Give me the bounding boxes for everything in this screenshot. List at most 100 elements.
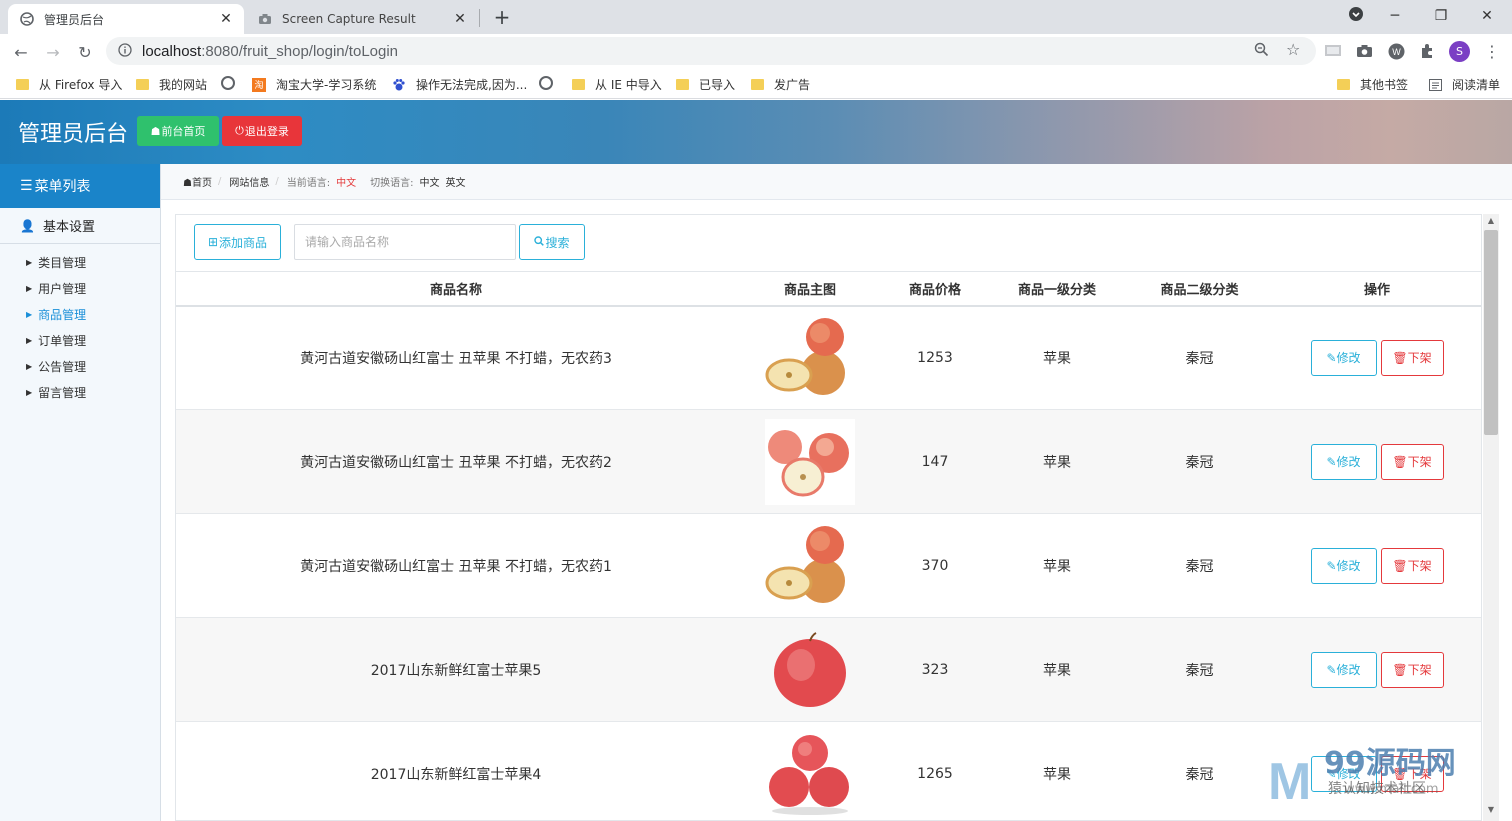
delist-button[interactable]: 🗑 下架	[1380, 755, 1444, 792]
bookmark-folder[interactable]: 我的网站	[136, 76, 207, 93]
edit-button[interactable]: ✎ 修改	[1310, 547, 1377, 584]
menu-group-basic-settings[interactable]: 👤 基本设置	[0, 208, 160, 244]
close-tab-icon[interactable]: ✕	[452, 11, 468, 27]
extensions-puzzle-icon[interactable]	[1417, 42, 1437, 60]
user-icon: 👤	[20, 218, 35, 233]
sidebar: ☰ 菜单列表 👤 基本设置 ▶ 类目管理 ▶ 用户管理 ▶ 商品管理 ▶ 订单管理 ▶ 公告管…	[0, 164, 161, 821]
product-price: 1265	[884, 721, 986, 820]
language-zh-link[interactable]: 中文	[419, 174, 439, 189]
camera-icon[interactable]	[1354, 42, 1374, 60]
trash-icon: 🗑	[1392, 662, 1408, 677]
caret-right-icon: ▶	[26, 258, 33, 267]
home-icon: ☗	[183, 178, 192, 189]
bookmark-folder[interactable]: 从 IE 中导入	[572, 76, 662, 93]
edit-button[interactable]: ✎ 修改	[1310, 443, 1377, 480]
product-toolbar: ⊞添加商品 搜索	[176, 215, 1481, 271]
delist-button[interactable]: 🗑 下架	[1380, 547, 1444, 584]
add-product-button[interactable]: ⊞ 添加商品	[194, 224, 281, 260]
edit-button[interactable]: ✎ 修改	[1310, 651, 1377, 688]
sidebar-item-users[interactable]: ▶ 用户管理	[26, 280, 86, 297]
folder-icon	[136, 79, 149, 90]
new-tab-button[interactable]: +	[490, 5, 514, 29]
globe-icon	[539, 76, 553, 90]
product-category-2: 秦冠	[1128, 617, 1271, 722]
close-tab-icon[interactable]: ✕	[218, 11, 234, 27]
profile-avatar[interactable]: S	[1449, 41, 1470, 62]
browser-tab-inactive[interactable]: Screen Capture Result ✕	[246, 4, 478, 34]
bookmark-folder[interactable]: 从 Firefox 导入	[16, 76, 122, 93]
actions-cell: ✎ 修改 🗑 下架	[1271, 617, 1481, 722]
menu-header[interactable]: ☰ 菜单列表	[0, 164, 160, 208]
zoom-icon[interactable]	[1254, 42, 1269, 61]
browser-tab-bar: 管理员后台 ✕ Screen Capture Result ✕ + ─ ❐ ✕	[0, 0, 1512, 34]
reading-list[interactable]: 阅读清单	[1428, 76, 1500, 93]
caret-right-icon: ▶	[26, 310, 33, 319]
maximize-button[interactable]: ❐	[1418, 8, 1464, 24]
minimize-button[interactable]: ─	[1372, 8, 1418, 24]
browser-tab-active[interactable]: 管理员后台 ✕	[8, 4, 244, 34]
bookmark-link[interactable]: 操作无法完成,因为...	[392, 76, 527, 93]
more-menu-icon[interactable]: ⋮	[1482, 42, 1502, 61]
info-icon[interactable]	[118, 42, 132, 60]
product-image-cell	[736, 617, 884, 722]
sidebar-item-category[interactable]: ▶ 类目管理	[26, 254, 86, 271]
sidebar-item-announcements[interactable]: ▶ 公告管理	[26, 358, 86, 375]
search-button[interactable]: 搜索	[519, 224, 585, 260]
w-extension-icon[interactable]: W	[1386, 42, 1406, 60]
scroll-down-arrow-icon[interactable]: ▼	[1483, 805, 1499, 819]
window-controls: ─ ❐ ✕	[1340, 0, 1510, 32]
home-icon: ☗	[150, 124, 161, 138]
product-name: 2017山东新鲜红富士苹果5	[176, 617, 736, 722]
sidebar-item-messages[interactable]: ▶ 留言管理	[26, 384, 86, 401]
star-icon[interactable]: ☆	[1286, 40, 1300, 59]
delist-button[interactable]: 🗑 下架	[1380, 651, 1444, 688]
sidebar-item-products[interactable]: ▶ 商品管理	[26, 306, 86, 323]
other-bookmarks[interactable]: 其他书签	[1337, 76, 1408, 93]
product-name: 黄河古道安徽砀山红富士 丑苹果 不打蜡，无农药2	[176, 409, 736, 514]
folder-icon	[676, 79, 689, 90]
url-text: localhost:8080/fruit_shop/login/toLogin	[142, 42, 399, 60]
forward-icon[interactable]: →	[41, 40, 65, 64]
delist-button[interactable]: 🗑 下架	[1380, 339, 1444, 376]
folder-icon	[751, 79, 764, 90]
current-language-value: 中文	[336, 178, 357, 189]
address-bar[interactable]: localhost:8080/fruit_shop/login/toLogin …	[106, 37, 1316, 65]
scroll-up-arrow-icon[interactable]: ▲	[1483, 216, 1499, 230]
product-category-1: 苹果	[986, 409, 1128, 514]
product-category-1: 苹果	[986, 721, 1128, 820]
close-window-button[interactable]: ✕	[1464, 8, 1510, 24]
reload-icon[interactable]: ↻	[73, 40, 97, 64]
edit-button[interactable]: ✎ 修改	[1310, 339, 1377, 376]
apple-product-image	[765, 525, 845, 603]
col-header-price: 商品价格	[884, 271, 986, 307]
edit-icon: ✎	[1326, 662, 1337, 677]
col-header-category-1: 商品一级分类	[986, 271, 1128, 307]
back-icon[interactable]: ←	[9, 40, 33, 64]
vertical-scrollbar[interactable]: ▲ ▼	[1483, 214, 1499, 821]
product-category-2: 秦冠	[1128, 721, 1271, 820]
bookmark-folder[interactable]: 已导入	[676, 76, 735, 93]
caret-right-icon: ▶	[26, 336, 33, 345]
product-category-1: 苹果	[986, 305, 1128, 410]
frontend-home-button[interactable]: ☗ 前台首页	[137, 116, 219, 146]
logout-button[interactable]: ⏻ 退出登录	[222, 116, 302, 146]
cast-icon[interactable]	[1323, 42, 1343, 60]
bookmark-folder[interactable]: 发广告	[751, 76, 810, 93]
product-search-input[interactable]	[294, 224, 516, 260]
edit-button[interactable]: ✎ 修改	[1310, 755, 1377, 792]
scrollbar-thumb[interactable]	[1484, 230, 1498, 435]
content-panel: ⊞添加商品 搜索 商品名称 商品主图 商品价格 商品一级分类 商品二级分类 操作…	[175, 214, 1482, 821]
delist-button[interactable]: 🗑 下架	[1380, 443, 1444, 480]
product-image-cell	[736, 721, 884, 820]
bookmark-link[interactable]: 淘淘宝大学-学习系统	[252, 76, 376, 93]
product-price: 323	[884, 617, 986, 722]
tab-search-icon[interactable]	[1340, 6, 1372, 26]
breadcrumb-home[interactable]: ☗首页	[183, 174, 212, 189]
sidebar-item-orders[interactable]: ▶ 订单管理	[26, 332, 86, 349]
language-en-link[interactable]: 英文	[445, 174, 465, 189]
breadcrumb-site-info[interactable]: 网站信息	[229, 174, 269, 189]
product-category-2: 秦冠	[1128, 513, 1271, 618]
bookmark-link[interactable]	[539, 76, 563, 90]
bookmark-link[interactable]	[221, 76, 245, 90]
plus-square-icon: ⊞	[207, 235, 219, 249]
